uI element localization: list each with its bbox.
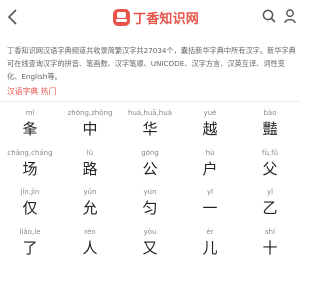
char-cell[interactable]: fù,fǔ 父: [240, 143, 300, 183]
site-logo[interactable]: 丁香知识网: [113, 7, 199, 27]
pinyin: yǐ: [266, 188, 274, 196]
char-cell[interactable]: yǐ 乙: [240, 182, 300, 222]
character-grid: mǐ 夆 zhōng,zhòng 中 huá,huā,huà 华 yuè 越 bào 豔 …: [0, 103, 300, 261]
pinyin: hù: [205, 148, 215, 157]
hanzi: 匀: [142, 199, 158, 217]
hanzi: 豔: [262, 120, 278, 138]
pinyin: jǐn,jìn: [20, 188, 40, 196]
pinyin: bào: [263, 109, 277, 117]
hanzi: 十: [262, 238, 278, 257]
char-cell[interactable]: rén 人: [60, 222, 120, 262]
pinyin: chǎng,cháng: [7, 148, 53, 157]
char-row: mǐ 夆 zhōng,zhòng 中 huá,huā,huà 华 yuè 越 bào 豔: [0, 103, 300, 143]
char-cell[interactable]: jǐn,jìn 仅: [0, 182, 60, 222]
hanzi: 允: [82, 199, 98, 217]
char-row: jǐn,jìn 仅 yǔn 允 yún 匀 yī 一 yǐ 乙: [0, 182, 300, 222]
char-cell[interactable]: liǎo,le 了: [0, 222, 60, 262]
hanzi: 场: [22, 159, 38, 178]
pinyin: yuè: [203, 109, 217, 117]
hanzi: 越: [202, 120, 218, 138]
logo-icon: [113, 8, 130, 26]
pinyin: yǔn: [83, 188, 97, 196]
pinyin: shí: [264, 227, 276, 236]
pinyin: lù: [86, 148, 94, 157]
hanzi: 路: [82, 159, 98, 178]
char-cell[interactable]: yī 一: [180, 182, 240, 222]
search-icon[interactable]: [262, 9, 276, 23]
char-cell[interactable]: lù 路: [60, 143, 120, 183]
char-cell[interactable]: yǔn 允: [60, 182, 120, 222]
hanzi: 了: [22, 238, 38, 257]
pinyin: yòu: [143, 227, 157, 236]
hanzi: 儿: [202, 238, 218, 257]
char-cell[interactable]: zhōng,zhòng 中: [60, 103, 120, 143]
char-cell[interactable]: ér 儿: [180, 222, 240, 262]
char-row: liǎo,le 了 rén 人 yòu 又 ér 儿 shí 十: [0, 222, 300, 262]
hanzi: 又: [142, 238, 158, 257]
pinyin: huá,huā,huà: [128, 109, 172, 117]
pinyin: rén: [84, 227, 96, 236]
hanzi: 乙: [262, 199, 278, 217]
char-cell[interactable]: shí 十: [240, 222, 300, 262]
char-cell[interactable]: yuè 越: [180, 103, 240, 143]
hanzi: 一: [202, 199, 218, 217]
divider: [0, 101, 300, 102]
hanzi: 人: [82, 238, 98, 257]
intro-text: 丁香知识网汉语字典频道共收录简繁汉字共27034个，囊括新华字典中所有汉字。新华…: [7, 46, 296, 81]
char-row: chǎng,cháng 场 lù 路 gōng 公 hù 户 fù,fǔ 父: [0, 143, 300, 183]
hanzi: 华: [142, 120, 158, 138]
pinyin: mǐ: [25, 109, 35, 117]
char-cell[interactable]: chǎng,cháng 场: [0, 143, 60, 183]
pinyin: yún: [143, 188, 157, 196]
pinyin: gōng: [141, 148, 159, 157]
char-cell[interactable]: gōng 公: [120, 143, 180, 183]
back-chevron-icon[interactable]: [5, 8, 21, 26]
char-cell[interactable]: hù 户: [180, 143, 240, 183]
hanzi: 户: [202, 159, 218, 178]
logo-text: 丁香知识网: [133, 11, 200, 27]
hanzi: 中: [82, 120, 98, 138]
hanzi: 公: [142, 159, 158, 178]
pinyin: liǎo,le: [19, 227, 41, 236]
pinyin: fù,fǔ: [261, 148, 279, 157]
char-cell[interactable]: yún 匀: [120, 182, 180, 222]
pinyin: ér: [206, 227, 214, 236]
char-cell[interactable]: huá,huā,huà 华: [120, 103, 180, 143]
char-cell[interactable]: bào 豔: [240, 103, 300, 143]
char-cell[interactable]: yòu 又: [120, 222, 180, 262]
char-cell[interactable]: mǐ 夆: [0, 103, 60, 143]
section-title: 汉语字典 热门: [7, 87, 57, 96]
pinyin: yī: [206, 188, 214, 196]
hanzi: 仅: [22, 199, 38, 217]
pinyin: zhōng,zhòng: [67, 109, 113, 117]
hanzi: 父: [262, 159, 278, 178]
top-header: 丁香知识网: [0, 0, 300, 33]
user-icon[interactable]: [284, 9, 296, 24]
hanzi: 夆: [22, 120, 38, 138]
